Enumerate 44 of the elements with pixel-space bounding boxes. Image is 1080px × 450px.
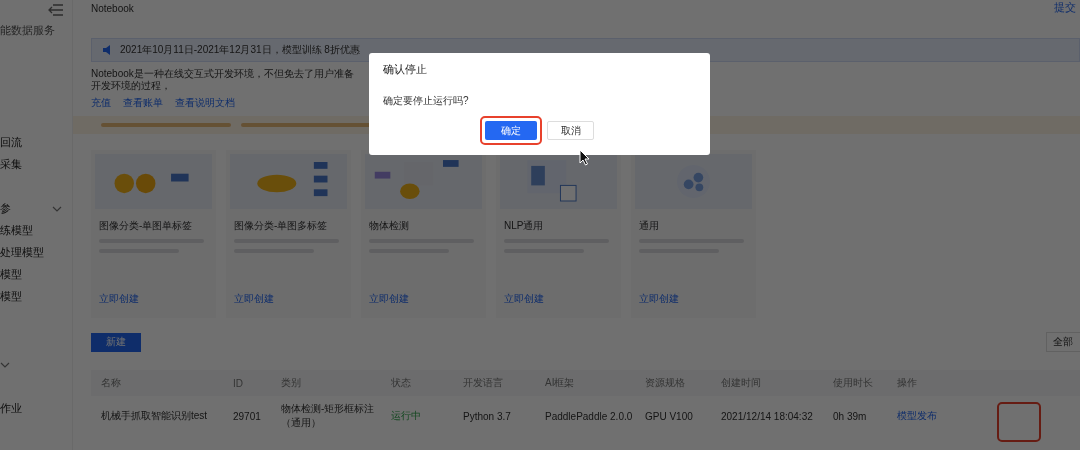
sidebar-item[interactable]: 模型 bbox=[0, 268, 22, 282]
confirm-button[interactable]: 确定 bbox=[485, 121, 537, 140]
sidebar-item[interactable]: 处理模型 bbox=[0, 246, 44, 260]
publish-link[interactable]: 模型发布 bbox=[897, 409, 937, 423]
sidebar-item[interactable]: 作业 bbox=[0, 402, 22, 416]
collapse-menu-icon[interactable] bbox=[48, 4, 64, 16]
table-cell-text: PaddlePaddle 2.0.0 bbox=[545, 410, 634, 422]
table-cell-text: 物体检测-矩形框标注（通用） bbox=[281, 402, 376, 430]
dialog-title: 确认停止 bbox=[383, 62, 428, 77]
status-text: 运行中 bbox=[391, 409, 422, 423]
table-cell-text: 机械手抓取智能识别test bbox=[101, 409, 209, 423]
card-title: NLP通用 bbox=[504, 219, 545, 233]
sidebar-item[interactable]: 参 bbox=[0, 202, 11, 216]
create-link[interactable]: 立即创建 bbox=[99, 292, 216, 306]
filter-select[interactable]: 全部 bbox=[1046, 332, 1080, 352]
chevron-icon[interactable] bbox=[52, 206, 62, 212]
create-link[interactable]: 立即创建 bbox=[234, 292, 351, 306]
card-title: 通用 bbox=[639, 219, 660, 233]
card-title: 物体检测 bbox=[369, 219, 410, 233]
dialog-message: 确定要停止运行吗? bbox=[383, 94, 470, 108]
new-button[interactable]: 新建 bbox=[91, 332, 141, 352]
chevron-icon[interactable] bbox=[0, 362, 10, 368]
table-cell-text: Python 3.7 bbox=[463, 410, 512, 422]
sidebar-item[interactable]: 回流 bbox=[0, 136, 22, 150]
table-cell-text: GPU V100 bbox=[645, 410, 694, 422]
sidebar-item[interactable]: 模型 bbox=[0, 290, 22, 304]
link[interactable]: 充值 bbox=[91, 96, 111, 110]
table-cell-text: 2021/12/14 18:04:32 bbox=[721, 410, 814, 422]
sidebar-item[interactable]: 练模型 bbox=[0, 224, 33, 238]
card-title: 图像分类-单图单标签 bbox=[99, 219, 194, 233]
cancel-button[interactable]: 取消 bbox=[547, 121, 594, 140]
create-link[interactable]: 立即创建 bbox=[369, 292, 486, 306]
card-title: 图像分类-单图多标签 bbox=[234, 219, 329, 233]
table-cell-text: 0h 39m bbox=[833, 410, 868, 422]
sidebar-item[interactable]: 采集 bbox=[0, 158, 22, 172]
page-title: Notebook bbox=[91, 2, 134, 14]
sidebar-item[interactable]: 能数据服务 bbox=[0, 24, 55, 38]
table-cell-text: 29701 bbox=[233, 410, 262, 422]
create-link[interactable]: 立即创建 bbox=[639, 292, 756, 306]
create-link[interactable]: 立即创建 bbox=[504, 292, 621, 306]
link[interactable]: 查看说明文档 bbox=[175, 96, 235, 110]
notice-text: 2021年10月11日-2021年12月31日，模型训练 8折优惠 bbox=[120, 43, 360, 57]
header-link[interactable]: 提交 bbox=[1054, 1, 1080, 15]
link[interactable]: 查看账单 bbox=[123, 96, 163, 110]
